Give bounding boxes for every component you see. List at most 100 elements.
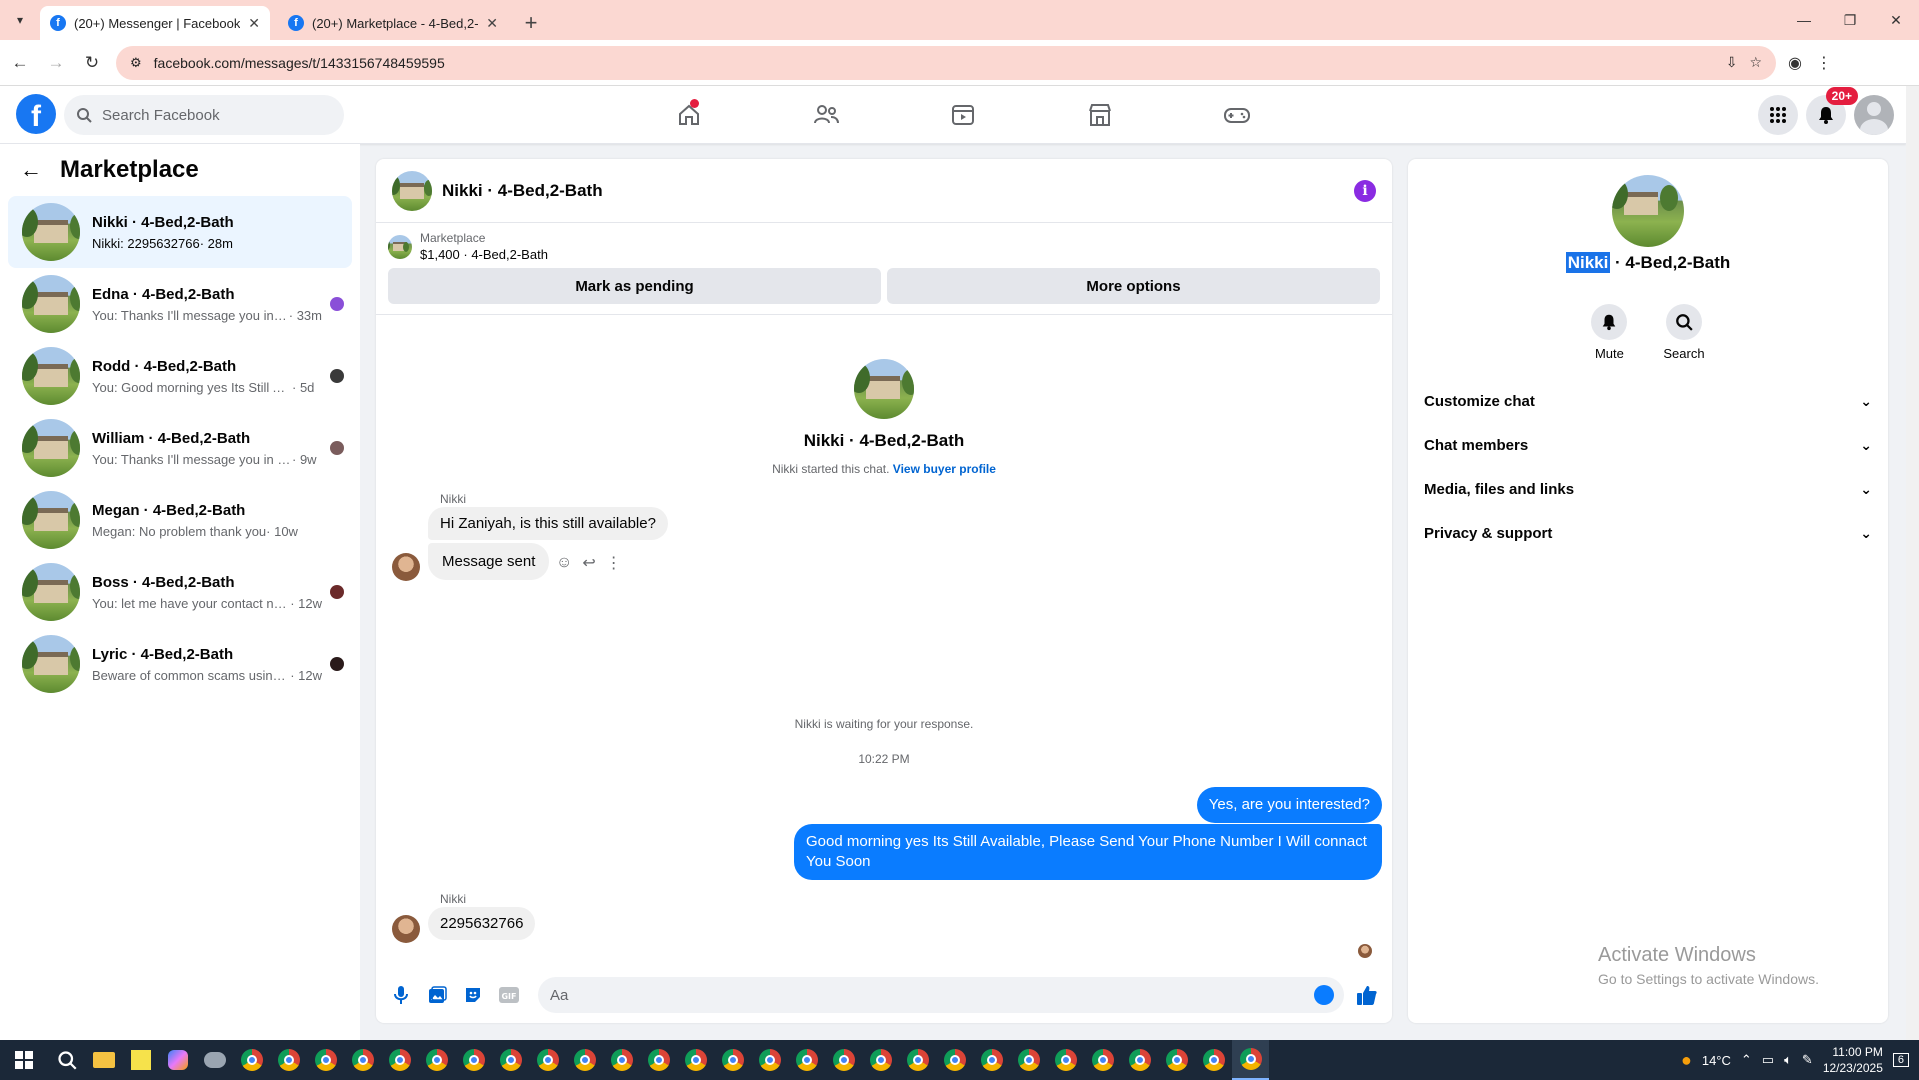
- account-avatar[interactable]: [1854, 95, 1894, 135]
- app-icon[interactable]: [196, 1040, 233, 1080]
- chrome-taskbar-icon[interactable]: [1195, 1040, 1232, 1080]
- network-icon[interactable]: ▭: [1762, 1052, 1774, 1068]
- url-bar[interactable]: ⚙ facebook.com/messages/t/14331567484595…: [116, 45, 1776, 80]
- incoming-message[interactable]: Hi Zaniyah, is this still available?: [428, 507, 668, 540]
- message-input[interactable]: Aa: [538, 977, 1344, 1013]
- selected-name-text[interactable]: Nikki: [1565, 252, 1611, 273]
- sticky-notes-icon[interactable]: [122, 1040, 159, 1080]
- chat-title[interactable]: Nikki · 4-Bed,2-Bath: [442, 181, 1344, 201]
- facebook-logo-icon[interactable]: f: [16, 94, 56, 134]
- more-options-button[interactable]: More options: [887, 268, 1380, 304]
- back-arrow-icon[interactable]: ←: [20, 157, 42, 183]
- chrome-taskbar-icon[interactable]: [1121, 1040, 1158, 1080]
- tab-marketplace[interactable]: f (20+) Marketplace - 4-Bed,2-Ba ✕: [278, 6, 508, 40]
- chrome-taskbar-icon[interactable]: [973, 1040, 1010, 1080]
- new-tab-button[interactable]: +: [516, 6, 546, 40]
- weather-icon[interactable]: ●: [1681, 1050, 1692, 1071]
- conversation-item[interactable]: Lyric · 4-Bed,2-Bath Beware of common sca…: [8, 628, 352, 700]
- search-input[interactable]: Search Facebook: [64, 95, 344, 135]
- chrome-taskbar-icon[interactable]: [640, 1040, 677, 1080]
- profile-icon[interactable]: ◉: [1788, 53, 1802, 73]
- volume-icon[interactable]: 🔈︎: [1784, 1052, 1792, 1068]
- minimize-icon[interactable]: —: [1781, 0, 1827, 40]
- copilot-icon[interactable]: [159, 1040, 196, 1080]
- photo-icon[interactable]: [424, 982, 450, 1008]
- clock[interactable]: 11:00 PM 12/23/2025: [1823, 1044, 1883, 1076]
- chrome-taskbar-icon[interactable]: [492, 1040, 529, 1080]
- chrome-taskbar-icon[interactable]: [1158, 1040, 1195, 1080]
- menu-grid-icon[interactable]: [1758, 95, 1798, 135]
- conversation-item[interactable]: Boss · 4-Bed,2-Bath You: let me have your…: [8, 556, 352, 628]
- chrome-taskbar-icon[interactable]: [344, 1040, 381, 1080]
- sticker-icon[interactable]: [460, 982, 486, 1008]
- listing-thumbnail[interactable]: [388, 234, 412, 259]
- chat-avatar[interactable]: [392, 170, 432, 211]
- thumbs-up-like-icon[interactable]: [1354, 982, 1380, 1008]
- emoji-picker-icon[interactable]: [1314, 985, 1334, 1005]
- nav-friends-icon[interactable]: [757, 86, 894, 144]
- outgoing-message[interactable]: Good morning yes Its Still Available, Pl…: [794, 824, 1382, 880]
- reload-icon[interactable]: ↻: [76, 47, 108, 79]
- chrome-taskbar-icon[interactable]: [1084, 1040, 1121, 1080]
- details-avatar[interactable]: [1612, 175, 1684, 247]
- close-tab-icon[interactable]: ✕: [248, 15, 260, 32]
- bookmark-star-icon[interactable]: ☆: [1749, 54, 1762, 71]
- chrome-taskbar-icon[interactable]: [566, 1040, 603, 1080]
- reply-icon[interactable]: ↩: [582, 553, 595, 573]
- nav-video-icon[interactable]: [894, 86, 1031, 144]
- chrome-taskbar-icon[interactable]: [233, 1040, 270, 1080]
- chrome-taskbar-icon[interactable]: [677, 1040, 714, 1080]
- chrome-taskbar-icon[interactable]: [899, 1040, 936, 1080]
- chrome-taskbar-icon[interactable]: [936, 1040, 973, 1080]
- conversation-item[interactable]: William · 4-Bed,2-Bath You: Thanks I'll m…: [8, 412, 352, 484]
- gif-icon[interactable]: GIF: [496, 982, 522, 1008]
- privacy-support-item[interactable]: Privacy & support ⌄: [1424, 511, 1872, 555]
- incoming-message[interactable]: Message sent: [428, 543, 550, 580]
- sender-avatar[interactable]: [392, 915, 420, 943]
- chrome-taskbar-icon[interactable]: [307, 1040, 344, 1080]
- back-icon[interactable]: ←: [4, 47, 36, 79]
- microphone-icon[interactable]: [388, 982, 414, 1008]
- customize-chat-item[interactable]: Customize chat ⌄: [1424, 379, 1872, 423]
- more-actions-icon[interactable]: ⋮: [606, 553, 622, 573]
- tab-messenger[interactable]: f (20+) Messenger | Facebook ✕: [40, 6, 270, 40]
- chrome-taskbar-icon[interactable]: [751, 1040, 788, 1080]
- taskbar-search-icon[interactable]: [48, 1040, 85, 1080]
- mute-button[interactable]: Mute: [1591, 304, 1628, 361]
- conversation-item[interactable]: Megan · 4-Bed,2-Bath Megan: No problem th…: [8, 484, 352, 556]
- close-tab-icon[interactable]: ✕: [486, 15, 498, 32]
- conversation-item[interactable]: Rodd · 4-Bed,2-Bath You: Good morning yes…: [8, 340, 352, 412]
- url-text[interactable]: facebook.com/messages/t/1433156748459595: [154, 55, 1714, 71]
- site-settings-icon[interactable]: ⚙: [130, 55, 142, 71]
- chrome-taskbar-icon[interactable]: [455, 1040, 492, 1080]
- page-scrollbar[interactable]: [1906, 86, 1919, 1040]
- notification-center-icon[interactable]: 6: [1892, 1053, 1909, 1067]
- tray-overflow-icon[interactable]: ⌃: [1741, 1052, 1752, 1068]
- chrome-taskbar-icon[interactable]: [862, 1040, 899, 1080]
- view-buyer-profile-link[interactable]: View buyer profile: [893, 462, 996, 476]
- incoming-message[interactable]: 2295632766: [428, 907, 536, 940]
- close-window-icon[interactable]: ✕: [1873, 0, 1919, 40]
- chrome-taskbar-icon[interactable]: [788, 1040, 825, 1080]
- media-files-links-item[interactable]: Media, files and links ⌄: [1424, 467, 1872, 511]
- nav-marketplace-icon[interactable]: [1031, 86, 1168, 144]
- outgoing-message[interactable]: Yes, are you interested?: [1196, 787, 1382, 823]
- weather-temp[interactable]: 14°C: [1702, 1053, 1731, 1068]
- chrome-taskbar-icon[interactable]: [1010, 1040, 1047, 1080]
- nav-gaming-icon[interactable]: [1168, 86, 1305, 144]
- react-emoji-icon[interactable]: ☺: [556, 554, 572, 572]
- install-app-icon[interactable]: ⇩: [1726, 54, 1738, 71]
- sender-avatar[interactable]: [392, 553, 420, 581]
- tab-search-dropdown-icon[interactable]: ▾: [0, 0, 40, 40]
- file-explorer-icon[interactable]: [85, 1040, 122, 1080]
- intro-avatar[interactable]: [854, 359, 914, 419]
- search-in-chat-button[interactable]: Search: [1663, 304, 1705, 361]
- conversation-item[interactable]: Edna · 4-Bed,2-Bath You: Thanks I'll mess…: [8, 268, 352, 340]
- pen-icon[interactable]: ✎: [1802, 1052, 1813, 1068]
- chrome-taskbar-icon[interactable]: [529, 1040, 566, 1080]
- nav-home-icon[interactable]: [620, 86, 757, 144]
- browser-menu-icon[interactable]: ⋮: [1816, 53, 1832, 73]
- chrome-taskbar-icon[interactable]: [714, 1040, 751, 1080]
- forward-icon[interactable]: →: [40, 47, 72, 79]
- notifications-bell-icon[interactable]: 20+: [1806, 87, 1858, 135]
